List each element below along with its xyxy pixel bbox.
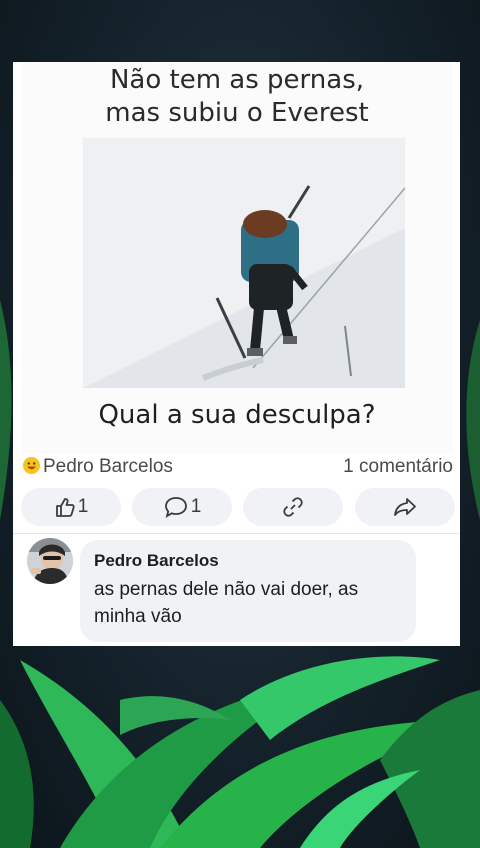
- post-card: Não tem as pernas, mas subiu o Everest Q…: [13, 62, 460, 646]
- action-bar: 1 1: [21, 488, 455, 528]
- like-button[interactable]: 1: [21, 488, 121, 526]
- meme-top-line-2: mas subiu o Everest: [105, 98, 369, 128]
- avatar-photo: [27, 538, 73, 584]
- divider: [13, 533, 460, 534]
- meme-image[interactable]: Não tem as pernas, mas subiu o Everest Q…: [21, 62, 453, 454]
- like-count: 1: [77, 496, 89, 517]
- grinning-face-icon: [23, 457, 40, 474]
- comment-bubble-icon: [164, 497, 187, 518]
- meme-top-text: Não tem as pernas, mas subiu o Everest: [21, 62, 453, 130]
- meme-bottom-text: Qual a sua desculpa?: [98, 400, 376, 430]
- avatar[interactable]: [27, 538, 73, 584]
- climber-photo: [83, 138, 405, 388]
- comment-count[interactable]: 1 comentário: [343, 456, 453, 478]
- comment-text: as pernas dele não vai doer, as minha vã…: [94, 579, 359, 627]
- post-meta: Pedro Barcelos 1 comentário: [23, 454, 453, 482]
- share-arrow-icon: [394, 498, 416, 516]
- comment-bubble: Pedro Barcelos as pernas dele não vai do…: [80, 540, 416, 642]
- copy-link-button[interactable]: [243, 488, 343, 526]
- climber-illustration: [83, 138, 405, 388]
- thumbs-up-icon: [55, 498, 75, 517]
- comment-button[interactable]: 1: [132, 488, 232, 526]
- comment-action-count: 1: [190, 496, 202, 517]
- meme-top-line-1: Não tem as pernas,: [109, 65, 365, 95]
- link-icon: [283, 497, 303, 517]
- share-button[interactable]: [355, 488, 455, 526]
- post-author[interactable]: Pedro Barcelos: [43, 456, 173, 478]
- comment-author[interactable]: Pedro Barcelos: [94, 551, 219, 571]
